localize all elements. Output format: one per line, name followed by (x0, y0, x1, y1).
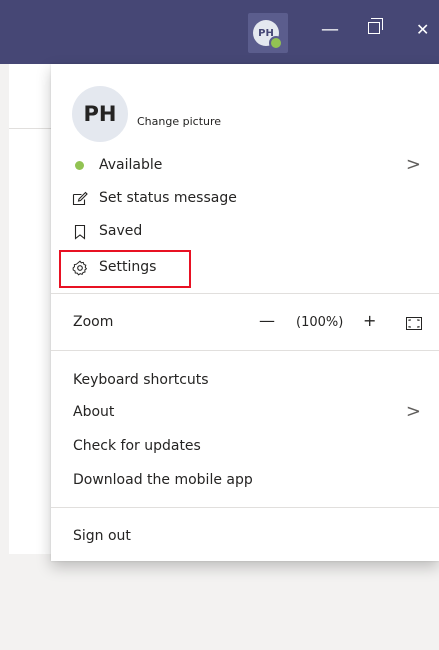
sign-out-label: Sign out (73, 528, 131, 544)
status-item-available[interactable]: Available > (51, 151, 439, 181)
download-mobile-label: Download the mobile app (73, 472, 253, 488)
status-available-icon (269, 36, 283, 50)
menu-divider (51, 350, 439, 351)
set-status-message-item[interactable]: Set status message (51, 184, 439, 214)
change-picture-link[interactable]: Change picture (137, 115, 221, 128)
download-mobile-app-item[interactable]: Download the mobile app (51, 466, 439, 496)
keyboard-shortcuts-label: Keyboard shortcuts (73, 372, 209, 388)
saved-label: Saved (99, 223, 143, 239)
edit-status-icon (72, 191, 88, 206)
settings-highlight-box (59, 250, 191, 288)
bookmark-icon (74, 224, 86, 240)
about-label: About (73, 404, 115, 420)
set-status-label: Set status message (99, 190, 237, 206)
content-divider (9, 128, 51, 129)
chevron-right-icon: > (405, 154, 421, 175)
zoom-label: Zoom (73, 314, 114, 330)
profile-menu: PH Change picture Available > Set status… (51, 64, 439, 561)
menu-divider (51, 507, 439, 508)
fullscreen-icon[interactable] (406, 317, 422, 330)
keyboard-shortcuts-item[interactable]: Keyboard shortcuts (51, 366, 439, 396)
status-label: Available (99, 157, 163, 173)
avatar: PH (253, 20, 283, 50)
sign-out-item[interactable]: Sign out (51, 522, 439, 552)
saved-item[interactable]: Saved (51, 217, 439, 247)
minimize-button[interactable]: — (321, 18, 339, 42)
about-item[interactable]: About > (51, 398, 439, 428)
profile-avatar-button[interactable]: PH (248, 13, 288, 53)
maximize-button[interactable] (368, 18, 383, 34)
close-button[interactable]: ✕ (416, 18, 429, 42)
status-available-icon (75, 161, 84, 170)
check-for-updates-item[interactable]: Check for updates (51, 432, 439, 462)
menu-divider (51, 293, 439, 294)
chevron-right-icon: > (405, 401, 421, 422)
profile-initials: PH (83, 102, 117, 126)
zoom-in-button[interactable]: + (363, 311, 376, 330)
title-bar: PH — ✕ (0, 0, 439, 64)
zoom-level: (100%) (296, 315, 344, 330)
profile-picture[interactable]: PH (72, 86, 128, 142)
zoom-out-button[interactable]: — (259, 311, 275, 330)
check-updates-label: Check for updates (73, 438, 201, 454)
